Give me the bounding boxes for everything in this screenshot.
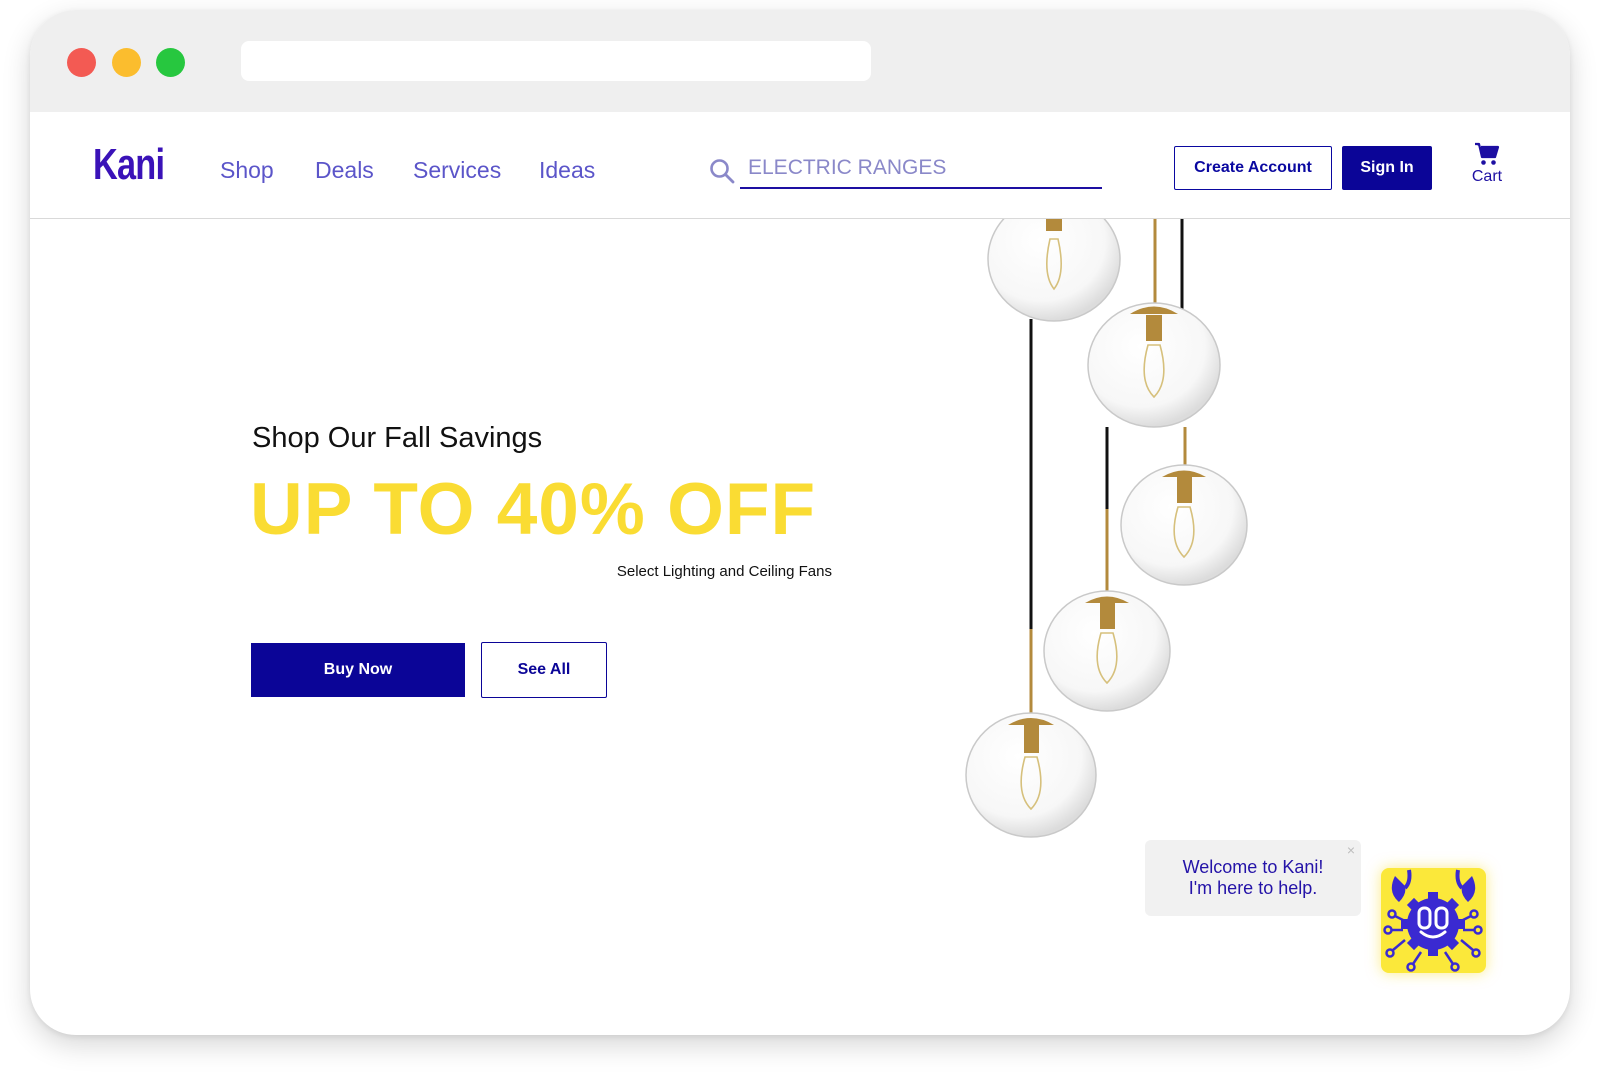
pendant-lights-image [965, 219, 1248, 838]
maximize-window-button[interactable] [156, 48, 185, 77]
cart-label: Cart [1471, 168, 1503, 185]
close-window-button[interactable] [67, 48, 96, 77]
search-icon[interactable] [708, 157, 736, 185]
see-all-button[interactable]: See All [481, 642, 607, 698]
browser-titlebar [30, 10, 1570, 112]
hero-title: UP TO 40% OFF [250, 469, 817, 550]
site-header: Kani Shop Deals Services Ideas Create Ac… [30, 112, 1570, 219]
buy-now-button[interactable]: Buy Now [251, 643, 465, 697]
close-icon[interactable]: × [1347, 842, 1355, 858]
hero-subtitle: Shop Our Fall Savings [252, 422, 543, 454]
site-logo[interactable]: Kani [93, 140, 165, 190]
create-account-button[interactable]: Create Account [1174, 146, 1332, 190]
chat-welcome-bubble[interactable]: × Welcome to Kani! I'm here to help. [1145, 840, 1361, 916]
browser-window: Kani Shop Deals Services Ideas Create Ac… [30, 10, 1570, 1035]
nav-link-services[interactable]: Services [413, 157, 501, 184]
bot-icon [1383, 869, 1483, 972]
chat-line-2: I'm here to help. [1188, 878, 1318, 898]
nav-link-deals[interactable]: Deals [315, 157, 374, 184]
address-bar[interactable] [241, 41, 871, 81]
cart-icon [1475, 142, 1500, 165]
sign-in-button[interactable]: Sign In [1342, 146, 1432, 190]
minimize-window-button[interactable] [112, 48, 141, 77]
search-input[interactable] [740, 149, 1102, 189]
hero-note: Select Lighting and Ceiling Fans [616, 563, 832, 580]
cart-button[interactable]: Cart [1460, 142, 1514, 192]
chatbot-launcher-button[interactable] [1381, 868, 1486, 973]
nav-link-ideas[interactable]: Ideas [539, 157, 595, 184]
chat-line-1: Welcome to Kani! [1182, 857, 1324, 877]
nav-link-shop[interactable]: Shop [220, 157, 274, 184]
